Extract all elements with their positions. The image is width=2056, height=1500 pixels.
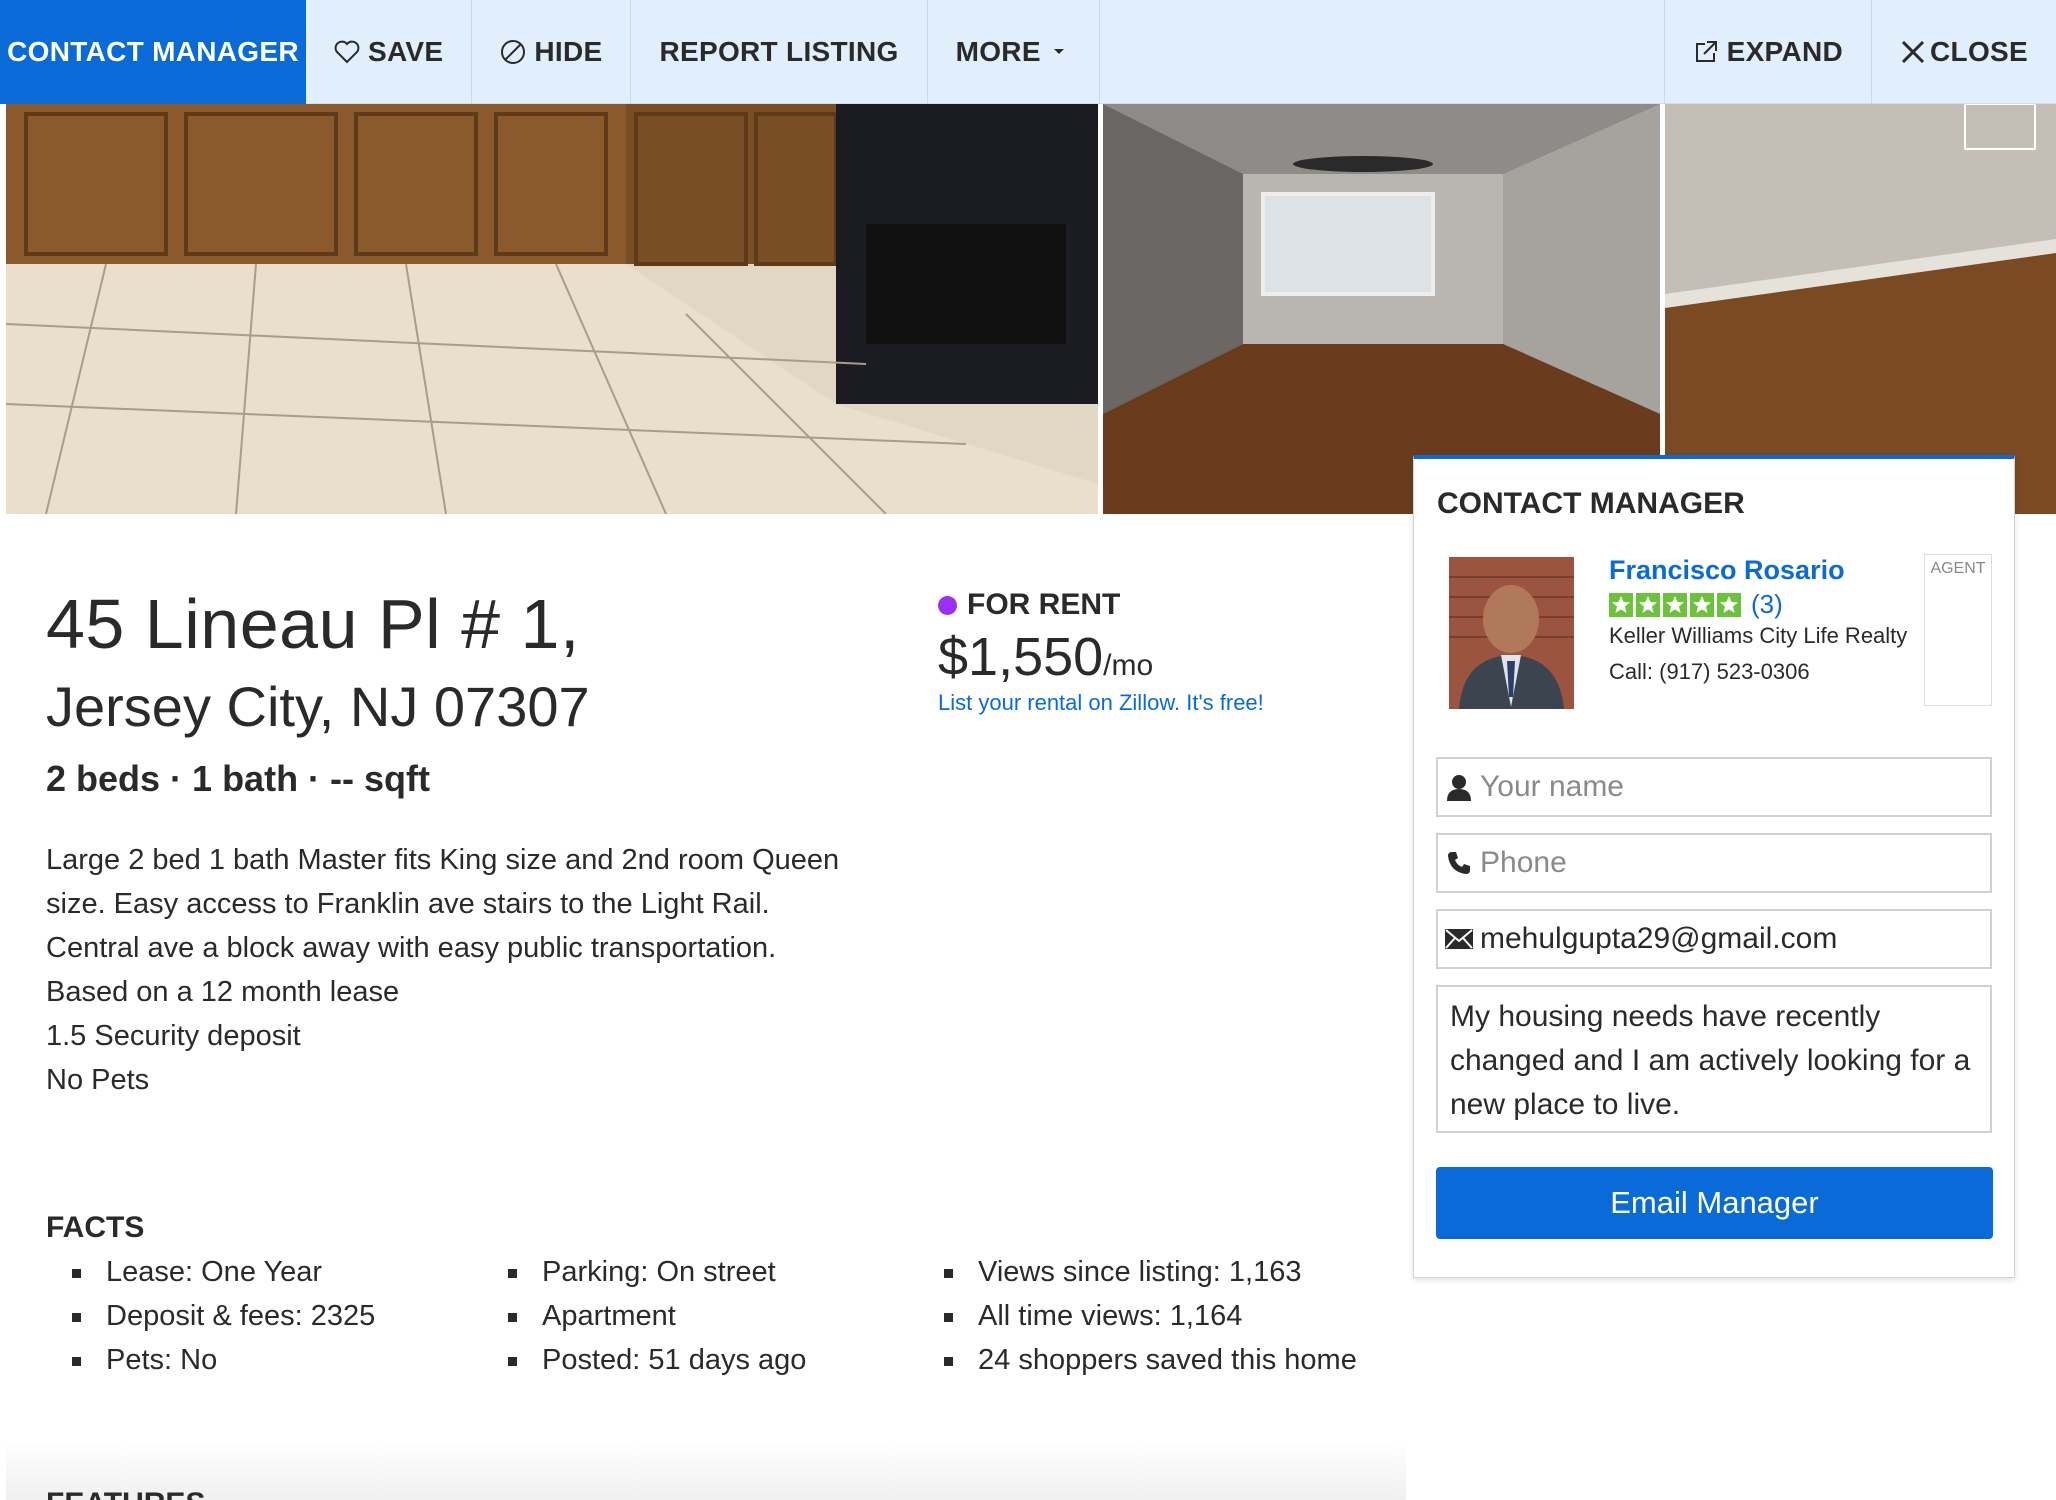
email-manager-button[interactable]: Email Manager — [1436, 1167, 1993, 1239]
caret-down-icon — [1053, 48, 1065, 56]
message-textarea[interactable]: My housing needs have recently changed a… — [1436, 985, 1992, 1133]
external-link-icon — [1693, 39, 1719, 65]
close-label: CLOSE — [1930, 36, 2028, 67]
save-label: SAVE — [368, 36, 444, 67]
report-listing-button[interactable]: REPORT LISTING — [631, 0, 928, 104]
more-dropdown[interactable]: MORE — [928, 0, 1100, 104]
phone-field[interactable] — [1436, 833, 1992, 893]
phone-input[interactable] — [1480, 835, 1990, 891]
status-label: FOR RENT — [967, 588, 1121, 621]
fact-item: Parking: On street — [482, 1250, 902, 1294]
email-field[interactable] — [1436, 909, 1992, 969]
hide-button[interactable]: HIDE — [472, 0, 632, 104]
facts-column-2: Parking: On street Apartment Posted: 51 … — [482, 1250, 902, 1382]
save-button[interactable]: SAVE — [306, 0, 473, 104]
review-count-link[interactable]: (3) — [1751, 589, 1783, 620]
name-field[interactable] — [1436, 757, 1992, 817]
more-label: MORE — [955, 36, 1041, 67]
status-dot-icon — [938, 595, 957, 615]
description-paragraph: Based on a 12 month lease — [46, 976, 400, 1008]
listing-specs: 2 beds · 1 bath · -- sqft — [46, 758, 431, 799]
description-paragraph: No Pets — [46, 1064, 150, 1096]
price-unit: /mo — [1103, 649, 1154, 682]
list-rental-link[interactable]: List your rental on Zillow. It's free! — [938, 690, 1264, 716]
facts-column-3: Views since listing: 1,163 All time view… — [918, 1250, 1358, 1382]
fact-item: Pets: No — [46, 1338, 466, 1382]
envelope-icon — [1438, 929, 1480, 949]
agent-badge: AGENT — [1924, 554, 1992, 706]
card-title: CONTACT MANAGER — [1437, 487, 1745, 520]
user-icon — [1438, 773, 1480, 801]
phone-icon — [1438, 850, 1480, 876]
star-icon — [1636, 592, 1660, 617]
agent-phone: Call: (917) 523-0306 — [1609, 659, 1810, 684]
email-input[interactable] — [1480, 911, 1990, 967]
fact-item: Apartment — [482, 1294, 902, 1338]
description-paragraph: Large 2 bed 1 bath Master fits King size… — [46, 844, 840, 964]
close-button[interactable]: CLOSE — [1871, 0, 2056, 104]
photo-gallery[interactable] — [6, 104, 2056, 514]
agent-rating: (3) — [1609, 589, 1783, 620]
fact-item: Lease: One Year — [46, 1250, 466, 1294]
close-icon — [1900, 39, 1926, 65]
star-icon — [1690, 592, 1714, 617]
name-input[interactable] — [1480, 759, 1990, 815]
hide-icon — [500, 39, 526, 65]
heart-icon — [334, 40, 360, 64]
listing-toolbar: CONTACT MANAGER SAVE HIDE REPORT LISTING… — [0, 0, 2056, 104]
facts-heading: FACTS — [46, 1211, 145, 1244]
living-room-photo[interactable] — [1103, 104, 1660, 514]
contact-manager-card: CONTACT MANAGER Francisco Rosario (3) Ke… — [1413, 455, 2015, 1278]
features-heading: FEATURES — [46, 1487, 205, 1500]
star-icon — [1663, 592, 1687, 617]
description-paragraph: 1.5 Security deposit — [46, 1020, 301, 1052]
section-divider — [6, 1440, 1406, 1500]
status-badge: FOR RENT — [938, 588, 1120, 622]
hide-label: HIDE — [534, 36, 603, 67]
expand-button[interactable]: EXPAND — [1663, 0, 1871, 104]
fact-item: Views since listing: 1,163 — [918, 1250, 1358, 1294]
fact-item: 24 shoppers saved this home — [918, 1338, 1358, 1382]
fact-item: Posted: 51 days ago — [482, 1338, 902, 1382]
price-value: $1,550 — [938, 627, 1104, 687]
agent-avatar — [1449, 557, 1574, 709]
bedroom-photo[interactable] — [1665, 104, 2056, 514]
contact-manager-tab[interactable]: CONTACT MANAGER — [0, 0, 306, 104]
listing-description: Large 2 bed 1 bath Master fits King size… — [46, 838, 866, 1102]
star-icon — [1717, 592, 1741, 617]
contact-manager-label: CONTACT MANAGER — [7, 36, 299, 67]
report-listing-label: REPORT LISTING — [659, 36, 899, 67]
facts-column-1: Lease: One Year Deposit & fees: 2325 Pet… — [46, 1250, 466, 1382]
address-city: Jersey City, NJ 07307 — [46, 675, 590, 738]
kitchen-photo[interactable] — [6, 104, 1098, 514]
address-street: 45 Lineau Pl # 1, — [46, 585, 580, 663]
fact-item: Deposit & fees: 2325 — [46, 1294, 466, 1338]
expand-label: EXPAND — [1726, 36, 1844, 67]
agency-name: Keller Williams City Life Realty — [1609, 623, 1908, 648]
star-icon — [1609, 592, 1633, 617]
agent-name-link[interactable]: Francisco Rosario — [1609, 555, 1845, 586]
fact-item: All time views: 1,164 — [918, 1294, 1358, 1338]
